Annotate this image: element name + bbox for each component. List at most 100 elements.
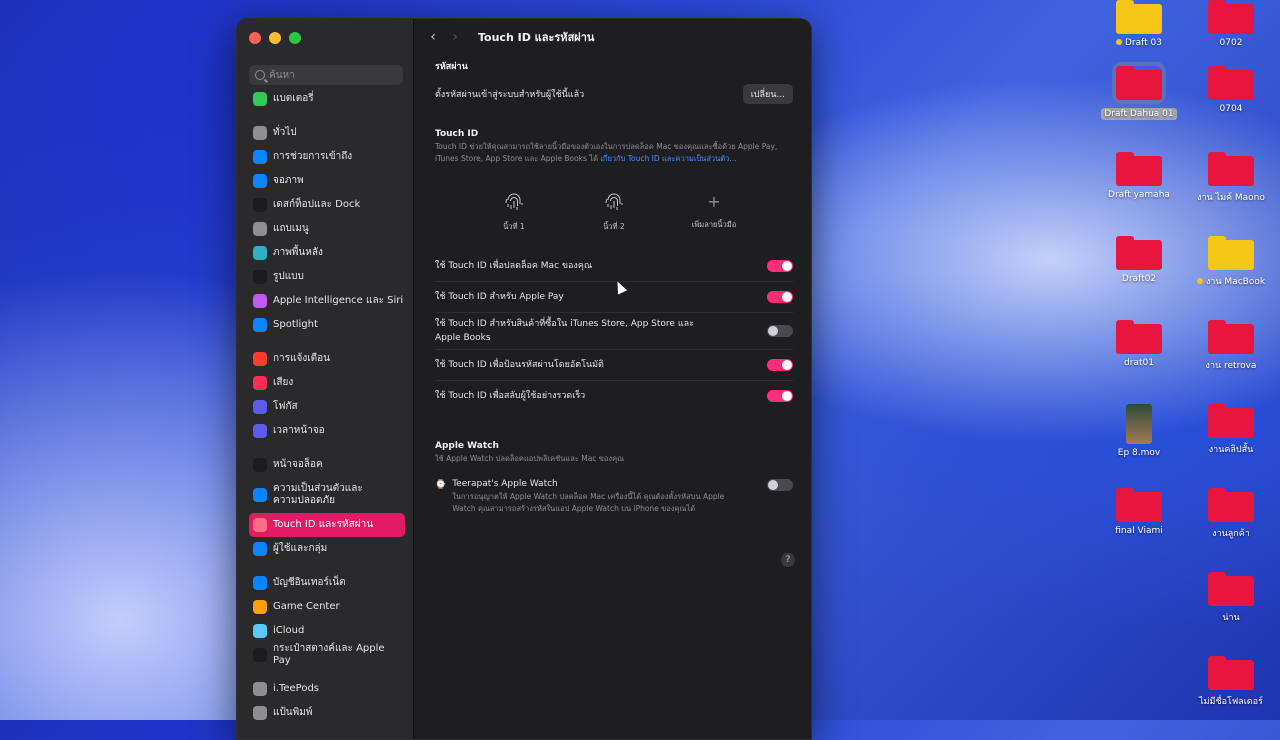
sidebar-item-label: i.TeePods — [273, 683, 320, 694]
sidebar-item[interactable]: กระเป๋าสตางค์และ Apple Pay — [249, 643, 405, 667]
sidebar-item-label: รูปแบบ — [273, 271, 304, 282]
sidebar-item[interactable]: i.TeePods — [249, 677, 405, 701]
sidebar-item[interactable]: ผู้ใช้และกลุ่ม — [249, 537, 405, 561]
sidebar-item[interactable]: การช่วยการเข้าถึง — [249, 145, 405, 169]
sidebar-item[interactable]: ภาพพื้นหลัง — [249, 241, 405, 265]
touchid-option-toggle[interactable] — [767, 390, 793, 402]
sidebar-item[interactable]: จอภาพ — [249, 169, 405, 193]
desktop-item[interactable]: งาน MacBook — [1186, 236, 1276, 288]
sidebar-item[interactable]: เวลาหน้าจอ — [249, 419, 405, 443]
sidebar-item[interactable]: แป้นพิมพ์ — [249, 701, 405, 725]
tag-dot-icon — [1116, 39, 1122, 45]
watch-section-title: Apple Watch — [435, 441, 499, 451]
desktop-item-label: Draft02 — [1094, 274, 1184, 284]
sidebar-item[interactable]: เดสก์ท็อปและ Dock — [249, 193, 405, 217]
desktop-item[interactable]: Draft Dahua 01 — [1094, 62, 1184, 120]
touchid-option-label: ใช้ Touch ID สำหรับสินค้าที่ซื้อใน iTune… — [435, 319, 694, 343]
desktop-item-label: drat01 — [1094, 358, 1184, 368]
touchid-option-toggle[interactable] — [767, 325, 793, 337]
sidebar-item[interactable]: บัญชีอินเทอร์เน็ต — [249, 571, 405, 595]
sidebar-item-label: การช่วยการเข้าถึง — [273, 151, 353, 162]
sidebar-item[interactable]: Touch ID และรหัสผ่าน — [249, 513, 405, 537]
sidebar-item[interactable]: Game Center — [249, 595, 405, 619]
touchid-option-row: ใช้ Touch ID สำหรับสินค้าที่ซื้อใน iTune… — [435, 313, 793, 350]
touchid-privacy-link[interactable]: เกี่ยวกับ Touch ID และความเป็นส่วนตัว... — [600, 154, 736, 163]
watch-subtitle: ใช้ Apple Watch ปลดล็อคแอปพลิเคชันและ Ma… — [435, 454, 625, 463]
watch-device-name: Teerapat's Apple Watch — [452, 479, 558, 489]
watch-info: ⌚ Teerapat's Apple Watch ในการอนุญาตให้ … — [435, 479, 742, 515]
sidebar-item[interactable]: iCloud — [249, 619, 405, 643]
desktop-item-name: ไม่มีชื่อโฟลเดอร์ — [1199, 697, 1263, 707]
sidebar-item[interactable]: Spotlight — [249, 313, 405, 337]
desktop-item[interactable]: งานลูกค้า — [1186, 488, 1276, 540]
desktop-item[interactable]: งานคลิปสั้น — [1186, 404, 1276, 456]
accessibility-icon — [253, 150, 267, 164]
desktop-item[interactable]: 0704 — [1186, 66, 1276, 114]
sidebar-item[interactable]: เสียง — [249, 371, 405, 395]
desktop-item-label: งานลูกค้า — [1186, 526, 1276, 540]
folder-icon — [1116, 0, 1162, 34]
desktop-item-label: งานคลิปสั้น — [1186, 442, 1276, 456]
minimize-button[interactable] — [269, 32, 281, 44]
battery-icon — [253, 92, 267, 106]
desktop-item[interactable]: 0702 — [1186, 0, 1276, 48]
desktop-item[interactable]: Draft02 — [1094, 236, 1184, 284]
desktop-item[interactable]: งาน retrova — [1186, 320, 1276, 372]
toggle-knob — [768, 480, 778, 490]
forward-button[interactable]: › — [444, 26, 466, 48]
add-fingerprint-button[interactable]: + เพิ่มลายนิ้วมือ — [689, 191, 739, 233]
desktop-item[interactable]: final Viami — [1094, 488, 1184, 536]
sidebar-item-label: ความเป็นส่วนตัวและความปลอดภัย — [273, 483, 363, 506]
search-input[interactable]: ค้นหา — [249, 65, 403, 85]
sidebar-item[interactable]: หน้าจอล็อค — [249, 453, 405, 477]
window-controls — [249, 32, 301, 44]
sidebar-item[interactable]: Apple Intelligence และ Siri — [249, 289, 405, 313]
touchid-option-row: ใช้ Touch ID เพื่อสลับผู้ใช้อย่างรวดเร็ว — [435, 381, 793, 411]
watch-toggle[interactable] — [767, 479, 793, 491]
sidebar-item-label: หน้าจอล็อค — [273, 459, 323, 470]
desktop-item[interactable]: Draft 03 — [1094, 0, 1184, 48]
sidebar-item[interactable]: รูปแบบ — [249, 265, 405, 289]
desktop-item[interactable]: Ep 8.mov — [1094, 404, 1184, 458]
change-password-button[interactable]: เปลี่ยน... — [742, 84, 793, 104]
sidebar-item-label: จอภาพ — [273, 175, 304, 186]
gamecenter-icon — [253, 600, 267, 614]
dock-icon — [253, 198, 267, 212]
hourglass-icon — [253, 424, 267, 438]
fingerprint-1[interactable]: นิ้วที่ 1 — [489, 191, 539, 233]
desktop-item[interactable]: drat01 — [1094, 320, 1184, 368]
sidebar-item[interactable]: แบตเตอรี่ — [249, 87, 405, 111]
lock-icon — [253, 458, 267, 472]
touchid-option-toggle[interactable] — [767, 359, 793, 371]
password-status: ตั้งรหัสผ่านเข้าสู่ระบบสำหรับผู้ใช้นี้แล… — [435, 90, 585, 100]
sidebar-item[interactable]: โฟกัส — [249, 395, 405, 419]
close-button[interactable] — [249, 32, 261, 44]
desktop-item[interactable]: ไม่มีชื่อโฟลเดอร์ — [1186, 656, 1276, 708]
airpods-icon — [253, 682, 267, 696]
desktop-item[interactable]: งาน ไมค์ Maono — [1186, 152, 1276, 204]
fingerprint-icon — [605, 193, 623, 210]
touchid-option-toggle[interactable] — [767, 260, 793, 272]
fingerprint-2[interactable]: นิ้วที่ 2 — [589, 191, 639, 233]
toggle-knob — [768, 326, 778, 336]
sidebar-item-label: Touch ID และรหัสผ่าน — [273, 519, 374, 530]
sidebar-item[interactable]: ทั่วไป — [249, 121, 405, 145]
desktop-item[interactable]: Draft yamaha — [1094, 152, 1184, 200]
touchid-section-title: Touch ID — [435, 129, 479, 139]
touchid-option-toggle[interactable] — [767, 291, 793, 303]
keyboard-icon — [253, 706, 267, 720]
back-button[interactable]: ‹ — [422, 26, 444, 48]
folder-icon — [1208, 66, 1254, 100]
desktop-item[interactable]: น่าน — [1186, 572, 1276, 624]
sidebar-item[interactable]: การแจ้งเตือน — [249, 347, 405, 371]
help-button[interactable]: ? — [781, 553, 795, 567]
add-fingerprint-label: เพิ่มลายนิ้วมือ — [691, 220, 737, 229]
fingerprint-2-label: นิ้วที่ 2 — [603, 222, 625, 231]
desktop-item-name: งาน MacBook — [1205, 277, 1266, 287]
sidebar-item[interactable]: ความเป็นส่วนตัวและความปลอดภัย — [249, 477, 405, 513]
wallet-icon — [253, 648, 267, 662]
desktop-item-name: 0702 — [1219, 38, 1243, 48]
sidebar-item[interactable]: แถบเมนู — [249, 217, 405, 241]
zoom-button[interactable] — [289, 32, 301, 44]
gear-icon — [253, 126, 267, 140]
